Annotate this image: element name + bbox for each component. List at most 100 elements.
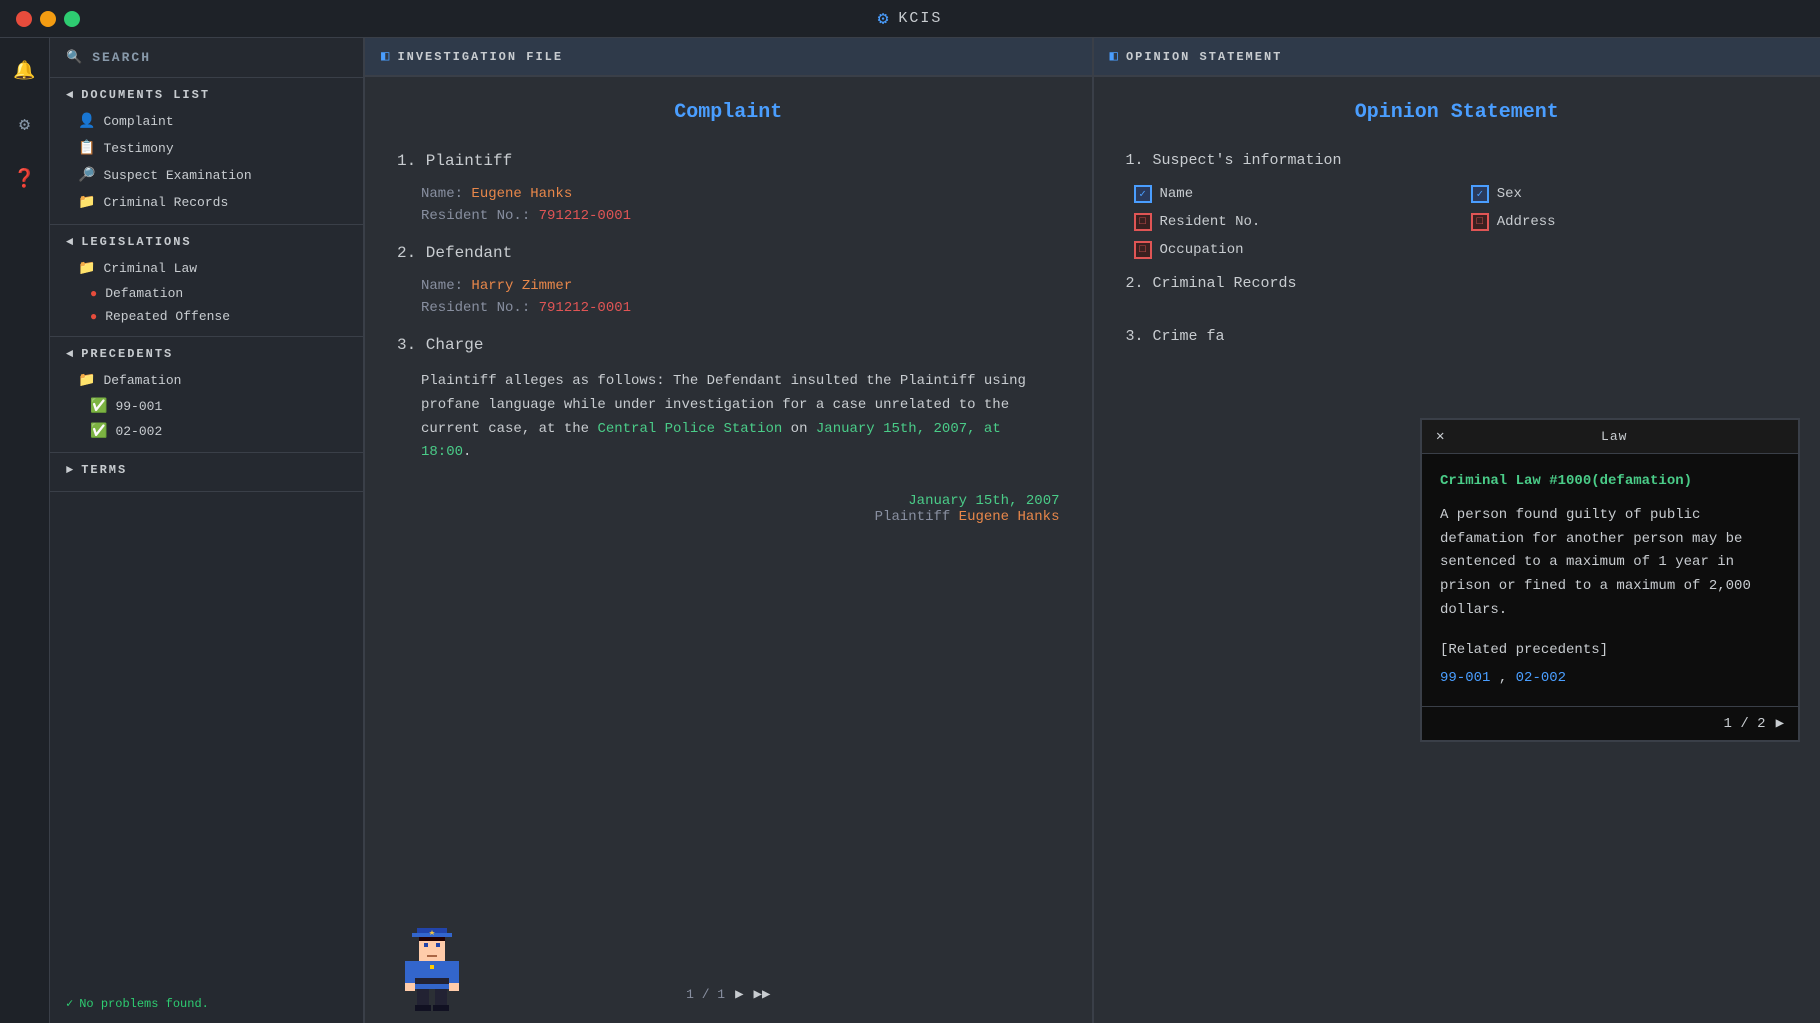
law-popup-title: Law: [1444, 429, 1784, 444]
plaintiff-name-row: Name: Eugene Hanks: [397, 186, 1060, 202]
precedents-section: ◄ PRECEDENTS 📁 Defamation ✅ 99-001 ✅ 02-…: [50, 337, 363, 453]
status-check-icon: ✓: [66, 996, 73, 1011]
sex-checkbox[interactable]: ✓: [1471, 185, 1489, 203]
resident-no-field-label: Resident No.: [1160, 214, 1261, 230]
maximize-button[interactable]: [64, 11, 80, 27]
charge-location: Central Police Station: [597, 421, 782, 437]
law-page-indicator: 1 / 2: [1724, 716, 1766, 732]
opinion-statement-panel: ◧ OPINION STATEMENT Opinion Statement 1.…: [1094, 38, 1820, 1023]
doc-footer: January 15th, 2007 Plaintiff Eugene Hank…: [397, 493, 1060, 525]
footer-plaintiff-label: Plaintiff: [875, 509, 959, 525]
documents-list-header: ◄ DOCUMENTS LIST: [50, 78, 363, 108]
left-icon-bar: 🔔 ⚙ ❓: [0, 38, 50, 1023]
defendant-heading: 2. Defendant: [397, 244, 1060, 262]
charge-text: Plaintiff alleges as follows: The Defend…: [397, 370, 1060, 465]
legislations-header: ◄ LEGISLATIONS: [50, 225, 363, 255]
plaintiff-resident-row: Resident No.: 791212-0001: [397, 208, 1060, 224]
help-icon[interactable]: ❓: [8, 162, 42, 196]
law-popup-related-label: [Related precedents]: [1440, 639, 1780, 663]
opinion-statement-title: OPINION STATEMENT: [1126, 50, 1282, 64]
close-button[interactable]: [16, 11, 32, 27]
law-popup-related: [Related precedents] 99-001 , 02-002: [1440, 639, 1780, 691]
opinion-statement-header: ◧ OPINION STATEMENT: [1094, 38, 1820, 77]
law-popup-law-body: A person found guilty of public defamati…: [1440, 504, 1780, 623]
related-link-02-002[interactable]: 02-002: [1516, 670, 1566, 686]
law-popup-law-title: Criminal Law #1000(defamation): [1440, 470, 1780, 494]
status-text: No problems found.: [79, 997, 209, 1011]
charge-heading: 3. Charge: [397, 336, 1060, 354]
plaintiff-heading: 1. Plaintiff: [397, 152, 1060, 170]
plaintiff-name-value: Eugene Hanks: [471, 186, 572, 202]
address-field-item: □ Address: [1471, 213, 1788, 231]
page-indicator: 1 / 1: [686, 987, 725, 1002]
status-bar: ✓ No problems found.: [50, 984, 363, 1023]
terms-header: ► TERMS: [50, 453, 363, 483]
search-label: SEARCH: [92, 50, 151, 65]
charge-end-text: .: [463, 444, 471, 460]
criminal-records-label: Criminal Records: [103, 195, 228, 210]
plaintiff-resident-label: Resident No.:: [421, 208, 539, 224]
documents-list-section: ◄ DOCUMENTS LIST 👤 Complaint 📋 Testimony…: [50, 78, 363, 225]
suspects-info-heading: 1. Suspect's information: [1126, 152, 1789, 169]
law-popup-close-button[interactable]: ✕: [1436, 428, 1444, 445]
occupation-checkbox[interactable]: □: [1134, 241, 1152, 259]
address-field-label: Address: [1497, 214, 1556, 230]
search-bar[interactable]: 🔍 SEARCH: [50, 38, 363, 78]
repeated-offense-bullet-icon: ●: [90, 310, 97, 324]
character-sprite: [397, 923, 467, 1013]
related-link-99-001[interactable]: 99-001: [1440, 670, 1490, 686]
sliders-icon[interactable]: ⚙: [8, 108, 42, 142]
resident-no-checkbox[interactable]: □: [1134, 213, 1152, 231]
sidebar-item-precedents-defamation[interactable]: 📁 Defamation: [50, 367, 363, 394]
sidebar-item-criminal-law[interactable]: 📁 Criminal Law: [50, 255, 363, 282]
investigation-file-title: INVESTIGATION FILE: [397, 50, 563, 64]
charge-mid-text: on: [782, 421, 816, 437]
minimize-button[interactable]: [40, 11, 56, 27]
pagination: 1 / 1 ▶ ▶▶: [686, 986, 770, 1003]
plaintiff-name-label: Name:: [421, 186, 471, 202]
sidebar-item-repeated-offense[interactable]: ● Repeated Offense: [50, 305, 363, 328]
law-next-page-button[interactable]: ▶: [1776, 715, 1784, 732]
related-separator: ,: [1499, 670, 1516, 686]
sidebar: 🔍 SEARCH ◄ DOCUMENTS LIST 👤 Complaint 📋 …: [50, 38, 365, 1023]
main-layout: 🔔 ⚙ ❓ 🔍 SEARCH ◄ DOCUMENTS LIST 👤 Compla…: [0, 38, 1820, 1023]
sidebar-item-suspect-examination[interactable]: 🔎 Suspect Examination: [50, 162, 363, 189]
address-checkbox[interactable]: □: [1471, 213, 1489, 231]
02-002-label: 02-002: [115, 424, 162, 439]
complaint-label: Complaint: [103, 114, 173, 129]
last-page-button[interactable]: ▶▶: [754, 986, 771, 1003]
next-page-button[interactable]: ▶: [735, 986, 743, 1003]
repeated-offense-label: Repeated Offense: [105, 309, 230, 324]
complaint-icon: 👤: [78, 113, 95, 130]
defendant-name-value: Harry Zimmer: [471, 278, 572, 294]
sidebar-item-defamation[interactable]: ● Defamation: [50, 282, 363, 305]
opinion-header-icon: ◧: [1110, 48, 1118, 65]
law-popup-footer: 1 / 2 ▶: [1422, 706, 1798, 740]
law-popup: ✕ Law Criminal Law #1000(defamation) A p…: [1420, 418, 1800, 742]
sidebar-item-criminal-records[interactable]: 📁 Criminal Records: [50, 189, 363, 216]
sidebar-item-testimony[interactable]: 📋 Testimony: [50, 135, 363, 162]
precedents-defamation-label: Defamation: [103, 373, 181, 388]
name-field-item: ✓ Name: [1134, 185, 1451, 203]
investigation-file-content: Complaint 1. Plaintiff Name: Eugene Hank…: [365, 77, 1092, 1023]
defendant-name-label: Name:: [421, 278, 471, 294]
footer-plaintiff-name: Eugene Hanks: [959, 509, 1060, 525]
defendant-resident-label: Resident No.:: [421, 300, 539, 316]
window-controls: [16, 11, 80, 27]
99-001-check-icon: ✅: [90, 398, 107, 415]
name-checkbox[interactable]: ✓: [1134, 185, 1152, 203]
plaintiff-resident-value: 791212-0001: [539, 208, 631, 224]
content-area: ◧ INVESTIGATION FILE Complaint 1. Plaint…: [365, 38, 1820, 1023]
titlebar: ⚙ KCIS: [0, 0, 1820, 38]
investigation-file-header: ◧ INVESTIGATION FILE: [365, 38, 1092, 77]
99-001-label: 99-001: [115, 399, 162, 414]
sidebar-item-99-001[interactable]: ✅ 99-001: [50, 394, 363, 419]
documents-list-label: DOCUMENTS LIST: [81, 88, 210, 102]
bell-icon[interactable]: 🔔: [8, 54, 42, 88]
terms-arrow-icon: ►: [66, 463, 75, 477]
character-svg: [397, 923, 467, 1013]
law-popup-related-links: 99-001 , 02-002: [1440, 667, 1780, 691]
sidebar-item-02-002[interactable]: ✅ 02-002: [50, 419, 363, 444]
crime-facts-heading: 3. Crime fa: [1126, 328, 1789, 345]
sidebar-item-complaint[interactable]: 👤 Complaint: [50, 108, 363, 135]
